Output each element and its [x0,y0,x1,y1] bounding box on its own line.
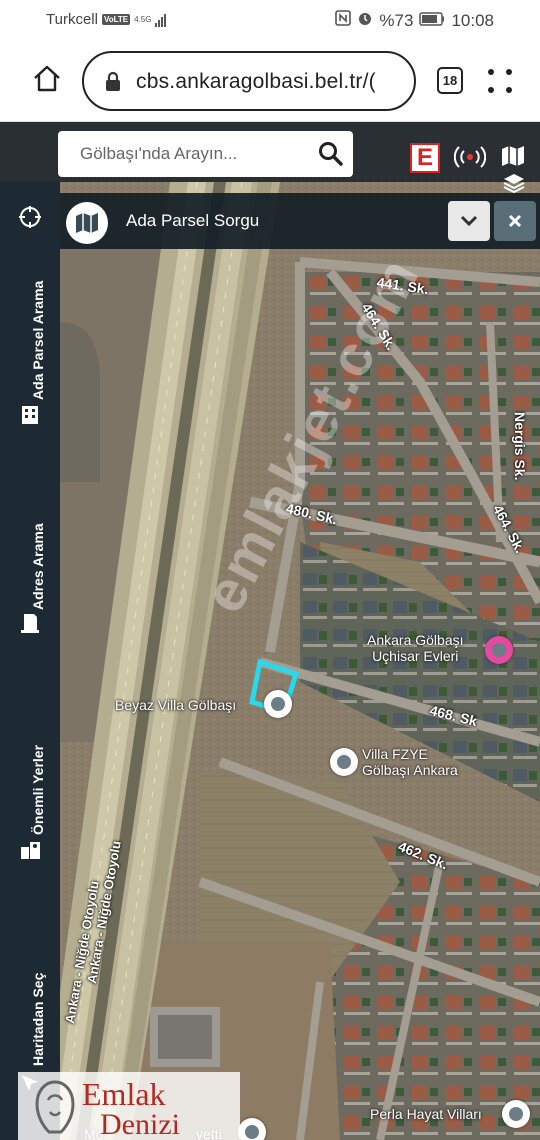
overflow-menu-button[interactable] [486,66,516,96]
tab-count-button[interactable]: 18 [437,67,463,94]
hotel-pin-icon[interactable] [485,636,513,664]
clock: 10:08 [451,10,494,30]
panel-title: Ada Parsel Sorgu [126,211,260,230]
poi-label-uchisar: Ankara Gölbaşı Uçhisar Evleri [367,632,464,664]
nfc-icon [335,10,352,31]
home-button[interactable] [30,62,64,96]
collapse-button[interactable] [448,201,490,241]
panel-map-icon [66,202,108,244]
place-pin-icon[interactable] [502,1100,530,1128]
status-left: Turkcell VoLTE 4.5G [46,11,167,28]
building-icon [22,406,38,424]
url-text: cbs.ankaragolbasi.bel.tr/( [136,70,376,93]
tab-adres-arama[interactable]: Adres Arama [0,510,60,650]
search-icon[interactable] [318,141,344,167]
volte-badge: VoLTE [101,14,131,25]
broadcast-icon[interactable] [454,144,486,170]
poi-label-villa-fzye: Villa FZYE Gölbaşı Ankara [362,746,458,778]
address-bar[interactable]: cbs.ankaragolbasi.bel.tr/( [82,51,416,111]
close-button[interactable] [494,201,536,241]
chevron-down-icon [460,215,478,227]
brand-line-2: Denizi [100,1108,180,1140]
alarm-icon [357,10,373,31]
locate-crosshair-icon[interactable] [18,205,42,229]
home-icon [34,65,60,92]
e-logo-button[interactable]: E [410,143,440,173]
browser-toolbar: cbs.ankaragolbasi.bel.tr/( 18 [0,40,540,122]
status-right: %73 10:08 [335,10,494,31]
place-pin-icon[interactable] [330,748,358,776]
poi-label-perla: Perla Hayat Vilları [370,1106,482,1122]
carrier-label: Turkcell [46,11,98,28]
place-pin-icon[interactable] [238,1118,266,1140]
tab-label: Haritadan Seç [30,972,46,1066]
tab-ada-parsel-arama[interactable]: Ada Parsel Arama [0,270,60,490]
search-box[interactable] [58,131,353,177]
street-label: Nergis Sk. [512,412,528,481]
lion-emblem-icon [35,1080,75,1134]
poi-label-beyaz-villa: Beyaz Villa Gölbaşı [115,697,237,713]
tab-label: Önemli Yerler [30,744,46,835]
emlak-denizi-logo: Emlak Denizi [18,1072,240,1140]
place-pin-icon[interactable] [264,690,292,718]
layers-icon[interactable] [502,172,526,194]
tab-label: Ada Parsel Arama [30,280,46,400]
address-icon [21,614,39,633]
network-type: 4.5G [134,14,152,24]
battery-percent: %73 [379,10,414,30]
search-input[interactable] [80,139,310,169]
status-bar: Turkcell VoLTE 4.5G %73 10:08 [0,0,540,40]
satellite-map[interactable]: 441. Sk. 464. Sk. 480. Sk. 464. Sk. 468.… [0,122,540,1140]
tab-onemli-yerler[interactable]: Önemli Yerler [0,735,60,885]
map-fold-icon[interactable] [500,144,526,168]
close-icon [508,214,522,228]
battery-icon [419,11,445,31]
lock-icon [106,71,120,91]
places-icon [21,842,40,859]
signal-strength-icon [155,13,167,27]
tab-label: Adres Arama [30,523,46,610]
